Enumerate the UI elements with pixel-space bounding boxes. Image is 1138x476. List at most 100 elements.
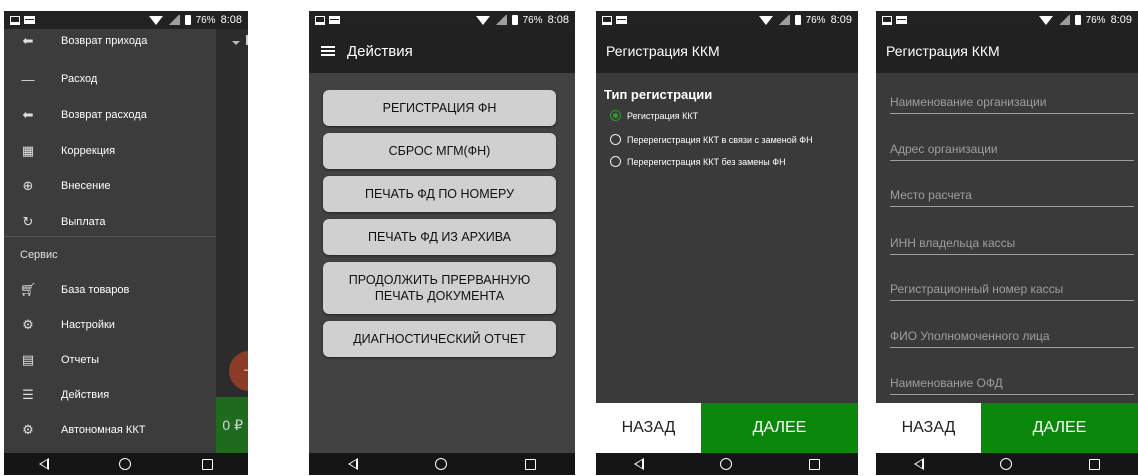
clipboard-icon: ☰ [22, 387, 34, 402]
owner-inn-field[interactable]: ИНН владельца кассы [890, 233, 1134, 255]
drawer-item-deposit[interactable]: ⊕ Внесение [4, 168, 216, 204]
next-button[interactable]: ДАЛЕЕ [981, 403, 1138, 453]
screen-actions: 76% 8:08 Действия РЕГИСТРАЦИЯ ФН СБРОС МГ… [309, 11, 575, 475]
bottom-buttons: НАЗАД ДАЛЕЕ [596, 403, 858, 453]
contact-card-icon[interactable] [246, 35, 248, 45]
report-icon: ▤ [21, 352, 35, 367]
wifi-icon [758, 15, 773, 25]
drawer-item-correction[interactable]: ▦ Коррекция [4, 133, 216, 169]
keyboard-icon [896, 16, 907, 24]
clock: 8:09 [1110, 14, 1132, 26]
chevron-down-icon[interactable] [232, 41, 240, 45]
gear-icon: ⚙ [22, 317, 34, 332]
register-fn-button[interactable]: РЕГИСТРАЦИЯ ФН [323, 90, 556, 126]
next-button[interactable]: ДАЛЕЕ [701, 403, 858, 453]
back-icon[interactable] [39, 458, 50, 470]
reply-icon: ⬅ [22, 33, 34, 48]
drawer-item-autonomous-kkt[interactable]: ⚙ Автономная ККТ [4, 412, 216, 448]
battery-icon [794, 15, 801, 25]
bottom-buttons: НАЗАД ДАЛЕЕ [876, 403, 1138, 453]
minus-icon: — [21, 71, 35, 87]
home-icon[interactable] [435, 458, 448, 470]
section-header-service: Сервис [20, 249, 58, 261]
clock: 8:09 [830, 14, 852, 26]
drawer-item-payout[interactable]: ↻ Выплата [4, 204, 216, 240]
diagnostic-report-button[interactable]: ДИАГНОСТИЧЕСКИЙ ОТЧЕТ [323, 321, 556, 357]
system-nav-bar [309, 453, 575, 475]
payment-place-field[interactable]: Место расчета [890, 185, 1134, 207]
reply-icon: ⬅ [22, 107, 34, 122]
back-icon[interactable] [634, 458, 645, 470]
menu-icon[interactable] [321, 46, 335, 56]
add-fab[interactable]: + [229, 351, 248, 391]
page-title: Регистрация ККМ [596, 29, 858, 73]
wifi-icon [1038, 15, 1053, 25]
back-button[interactable]: НАЗАД [596, 403, 701, 453]
radio-checked-icon[interactable] [610, 110, 621, 121]
drawer-item-products[interactable]: 🛒︎ База товаров [4, 272, 216, 308]
recent-apps-icon[interactable] [808, 458, 820, 470]
system-nav-bar [876, 453, 1138, 475]
back-icon[interactable] [347, 458, 358, 470]
drawer-item-actions[interactable]: ☰ Действия [4, 377, 216, 413]
radio-unchecked-icon[interactable] [610, 134, 621, 145]
radio-reregistration-no-fn[interactable]: Перерегистрация ККТ без замены ФН [610, 156, 786, 167]
deposit-icon: ⊕ [22, 178, 34, 193]
drawer-item-reports[interactable]: ▤ Отчеты [4, 342, 216, 378]
battery-percent: 76% [1085, 14, 1106, 26]
main-content-behind: + 0 ₽ [216, 29, 248, 453]
drawer-item-return-expense[interactable]: ⬅ Возврат расхода [4, 97, 216, 133]
wifi-icon [475, 15, 490, 25]
print-fd-by-number-button[interactable]: ПЕЧАТЬ ФД ПО НОМЕРУ [323, 176, 556, 212]
back-icon[interactable] [914, 458, 925, 470]
total-amount[interactable]: 0 ₽ [216, 397, 248, 453]
signal-icon [494, 15, 507, 25]
recent-apps-icon[interactable] [201, 458, 213, 470]
signal-icon [1057, 15, 1070, 25]
reset-mgm-button[interactable]: СБРОС МГМ(ФН) [323, 133, 556, 169]
gear-icon: ⚙ [22, 422, 34, 437]
registration-type-title: Тип регистрации [604, 87, 713, 102]
authorized-person-field[interactable]: ФИО Уполномоченного лица [890, 326, 1134, 348]
ofd-name-field[interactable]: Наименование ОФД [890, 373, 1134, 395]
battery-percent: 76% [522, 14, 543, 26]
nav-drawer: ⬅ Возврат прихода — Расход ⬅ Возврат расход… [4, 29, 216, 453]
status-bar: 76% 8:09 [596, 11, 858, 29]
divider [4, 236, 216, 237]
battery-icon [1074, 15, 1081, 25]
clock: 8:08 [220, 14, 242, 26]
payout-icon: ↻ [22, 214, 34, 229]
keyboard-icon [329, 16, 340, 24]
app-bar: Действия [309, 29, 575, 73]
cart-icon: 🛒︎ [19, 282, 37, 297]
home-icon[interactable] [720, 458, 733, 470]
keyboard-icon [616, 16, 627, 24]
drawer-item-expense[interactable]: — Расход [4, 61, 216, 97]
continue-print-button[interactable]: ПРОДОЛЖИТЬ ПРЕРВАННУЮ ПЕЧАТЬ ДОКУМЕНТА [323, 262, 556, 314]
signal-icon [777, 15, 790, 25]
print-fd-from-archive-button[interactable]: ПЕЧАТЬ ФД ИЗ АРХИВА [323, 219, 556, 255]
radio-reregistration-fn[interactable]: Перерегистрация ККТ в связи с заменой ФН [610, 134, 813, 145]
recent-apps-icon[interactable] [1088, 458, 1100, 470]
page-title: Действия [347, 42, 413, 60]
registration-number-field[interactable]: Регистрационный номер кассы [890, 279, 1134, 301]
drawer-item-return-income[interactable]: ⬅ Возврат прихода [4, 23, 216, 59]
back-button[interactable]: НАЗАД [876, 403, 981, 453]
radio-unchecked-icon[interactable] [610, 156, 621, 167]
radio-registration[interactable]: Регистрация ККТ [610, 110, 698, 121]
status-bar: 76% 8:08 [309, 11, 575, 29]
home-icon[interactable] [1000, 458, 1013, 470]
org-address-field[interactable]: Адрес организации [890, 139, 1134, 161]
gallery-icon [882, 15, 892, 25]
system-nav-bar [596, 453, 858, 475]
org-name-field[interactable]: Наименование организации [890, 92, 1134, 114]
clock: 8:08 [547, 14, 569, 26]
recent-apps-icon[interactable] [525, 458, 537, 470]
battery-icon [511, 15, 518, 25]
screen-registration-type: 76% 8:09 Регистрация ККМ Тип регистрации … [596, 11, 858, 475]
gallery-icon [602, 15, 612, 25]
home-icon[interactable] [119, 458, 132, 470]
calculator-icon: ▦ [21, 143, 35, 158]
drawer-item-settings[interactable]: ⚙ Настройки [4, 307, 216, 343]
gallery-icon [315, 15, 325, 25]
